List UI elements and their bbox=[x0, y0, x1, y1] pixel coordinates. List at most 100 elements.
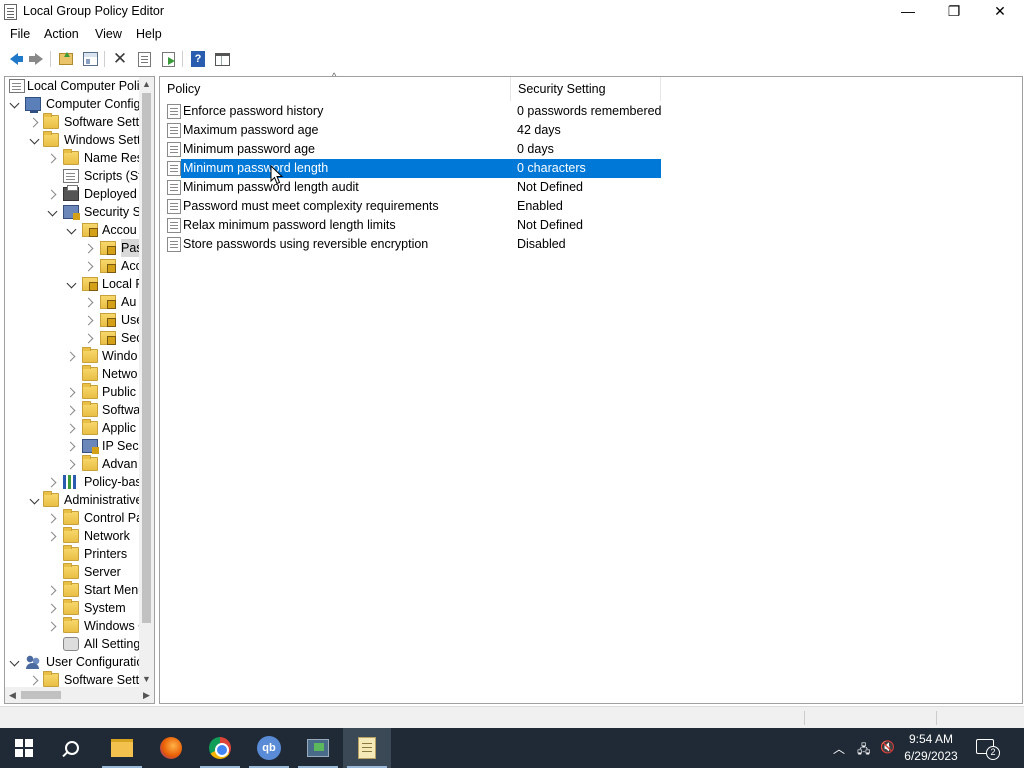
tree-vertical-scrollbar[interactable]: ▲ ▼ bbox=[139, 77, 154, 687]
show-hide-action-pane-button[interactable] bbox=[212, 49, 232, 69]
tree-node[interactable]: Local Computer Polic bbox=[5, 77, 146, 95]
scroll-right-arrow-icon[interactable]: ▶ bbox=[139, 687, 154, 703]
scroll-thumb[interactable] bbox=[21, 691, 61, 699]
tree-node[interactable]: Sec bbox=[5, 329, 143, 347]
expand-chevron-icon[interactable] bbox=[84, 293, 96, 311]
tree-node[interactable]: Au bbox=[5, 293, 140, 311]
close-button[interactable]: ✕ bbox=[977, 0, 1023, 24]
volume-muted-icon[interactable]: 🔇 bbox=[880, 740, 895, 754]
expand-chevron-icon[interactable] bbox=[66, 455, 78, 473]
firefox-button[interactable] bbox=[147, 728, 195, 768]
expand-chevron-icon[interactable] bbox=[47, 509, 59, 527]
tree-node[interactable]: Printers bbox=[5, 545, 140, 563]
collapse-chevron-icon[interactable] bbox=[9, 653, 21, 671]
tree-node[interactable]: Windows C bbox=[5, 617, 147, 635]
collapse-chevron-icon[interactable] bbox=[47, 203, 59, 221]
tree-node[interactable]: Software Setti bbox=[5, 113, 142, 131]
search-button[interactable] bbox=[48, 728, 96, 768]
tree-node[interactable]: Start Menu bbox=[5, 581, 145, 599]
policy-row[interactable]: Minimum password length 0 characters bbox=[160, 159, 662, 178]
expand-chevron-icon[interactable] bbox=[84, 257, 96, 275]
delete-button[interactable]: ✕ bbox=[110, 49, 130, 69]
start-button[interactable] bbox=[0, 728, 48, 768]
menu-view[interactable]: View bbox=[95, 27, 122, 41]
tree-node[interactable]: Name Res bbox=[5, 149, 143, 167]
tree-node[interactable]: Windows Sett bbox=[5, 131, 140, 149]
scroll-thumb[interactable] bbox=[142, 93, 151, 623]
tree-node[interactable]: User Configuratio bbox=[5, 653, 143, 671]
show-hidden-icons-chevron-icon[interactable]: ︿ bbox=[833, 740, 845, 757]
show-hide-tree-button[interactable] bbox=[80, 49, 100, 69]
policy-row[interactable]: Maximum password age 42 days bbox=[160, 121, 662, 140]
tree-node[interactable]: Applic bbox=[5, 419, 140, 437]
export-list-button[interactable] bbox=[158, 49, 178, 69]
expand-chevron-icon[interactable] bbox=[29, 113, 41, 131]
collapse-chevron-icon[interactable] bbox=[66, 221, 78, 239]
up-one-level-button[interactable] bbox=[56, 49, 76, 69]
policy-row[interactable]: Relax minimum password length limits Not … bbox=[160, 216, 662, 235]
expand-chevron-icon[interactable] bbox=[66, 419, 78, 437]
scroll-left-arrow-icon[interactable]: ◀ bbox=[5, 687, 20, 703]
back-button[interactable] bbox=[4, 49, 24, 69]
expand-chevron-icon[interactable] bbox=[47, 149, 59, 167]
tree-node[interactable]: Local P bbox=[5, 275, 144, 293]
expand-chevron-icon[interactable] bbox=[66, 347, 78, 365]
tree-node[interactable]: Pas bbox=[5, 239, 143, 257]
tree-node[interactable]: System bbox=[5, 599, 140, 617]
tree-node[interactable]: Computer Config bbox=[5, 95, 141, 113]
expand-chevron-icon[interactable] bbox=[66, 401, 78, 419]
expand-chevron-icon[interactable] bbox=[47, 617, 59, 635]
expand-chevron-icon[interactable] bbox=[66, 437, 78, 455]
collapse-chevron-icon[interactable] bbox=[29, 491, 41, 509]
tree-node[interactable]: Public bbox=[5, 383, 140, 401]
tree-node[interactable]: Scripts (Sta bbox=[5, 167, 149, 185]
tree-node[interactable]: Advan bbox=[5, 455, 140, 473]
policy-row[interactable]: Store passwords using reversible encrypt… bbox=[160, 235, 662, 254]
scroll-down-arrow-icon[interactable]: ▼ bbox=[139, 672, 154, 687]
tree-node[interactable]: Use bbox=[5, 311, 143, 329]
menu-help[interactable]: Help bbox=[136, 27, 162, 41]
policy-row[interactable]: Minimum password age 0 days bbox=[160, 140, 662, 159]
tree-node[interactable]: Control Pa bbox=[5, 509, 143, 527]
tree-node[interactable]: Acc bbox=[5, 257, 142, 275]
collapse-chevron-icon[interactable] bbox=[29, 131, 41, 149]
tree-node[interactable]: All Setting bbox=[5, 635, 140, 653]
menu-file[interactable]: File bbox=[10, 27, 30, 41]
expand-chevron-icon[interactable] bbox=[84, 311, 96, 329]
restore-button[interactable]: ❐ bbox=[931, 0, 977, 24]
expand-chevron-icon[interactable] bbox=[84, 329, 96, 347]
expand-chevron-icon[interactable] bbox=[66, 383, 78, 401]
expand-chevron-icon[interactable] bbox=[47, 527, 59, 545]
policy-row[interactable]: Password must meet complexity requiremen… bbox=[160, 197, 662, 216]
tree-node[interactable]: Windo bbox=[5, 347, 140, 365]
menu-action[interactable]: Action bbox=[44, 27, 79, 41]
tree-node[interactable]: Accou bbox=[5, 221, 140, 239]
tree-horizontal-scrollbar[interactable]: ◀ ▶ bbox=[5, 687, 154, 703]
tree-node[interactable]: Administrative bbox=[5, 491, 143, 509]
minimize-button[interactable]: — bbox=[885, 0, 931, 24]
mmc-button[interactable] bbox=[294, 728, 342, 768]
tree-node[interactable]: IP Secu bbox=[5, 437, 146, 455]
collapse-chevron-icon[interactable] bbox=[9, 95, 21, 113]
tree-node[interactable]: Netwo bbox=[5, 365, 140, 383]
tree-node[interactable]: Policy-bas bbox=[5, 473, 142, 491]
qbittorrent-button[interactable]: qb bbox=[245, 728, 293, 768]
tree-node[interactable]: Network bbox=[5, 527, 140, 545]
tree-node[interactable]: Server bbox=[5, 563, 140, 581]
tree-node[interactable]: Softwa bbox=[5, 401, 140, 419]
group-policy-editor-taskbar-button[interactable] bbox=[343, 728, 391, 768]
policy-row[interactable]: Enforce password history 0 passwords reme… bbox=[160, 102, 662, 121]
expand-chevron-icon[interactable] bbox=[47, 581, 59, 599]
expand-chevron-icon[interactable] bbox=[47, 473, 59, 491]
properties-button[interactable] bbox=[134, 49, 154, 69]
clock[interactable]: 9:54 AM 6/29/2023 bbox=[896, 731, 966, 765]
expand-chevron-icon[interactable] bbox=[47, 599, 59, 617]
expand-chevron-icon[interactable] bbox=[84, 239, 96, 257]
forward-button[interactable] bbox=[26, 49, 46, 69]
file-explorer-button[interactable] bbox=[98, 728, 146, 768]
tree-node[interactable]: Security Se bbox=[5, 203, 148, 221]
collapse-chevron-icon[interactable] bbox=[66, 275, 78, 293]
network-icon[interactable]: 🖧 bbox=[857, 740, 870, 761]
scroll-up-arrow-icon[interactable]: ▲ bbox=[139, 77, 154, 92]
help-button[interactable]: ? bbox=[188, 49, 208, 69]
